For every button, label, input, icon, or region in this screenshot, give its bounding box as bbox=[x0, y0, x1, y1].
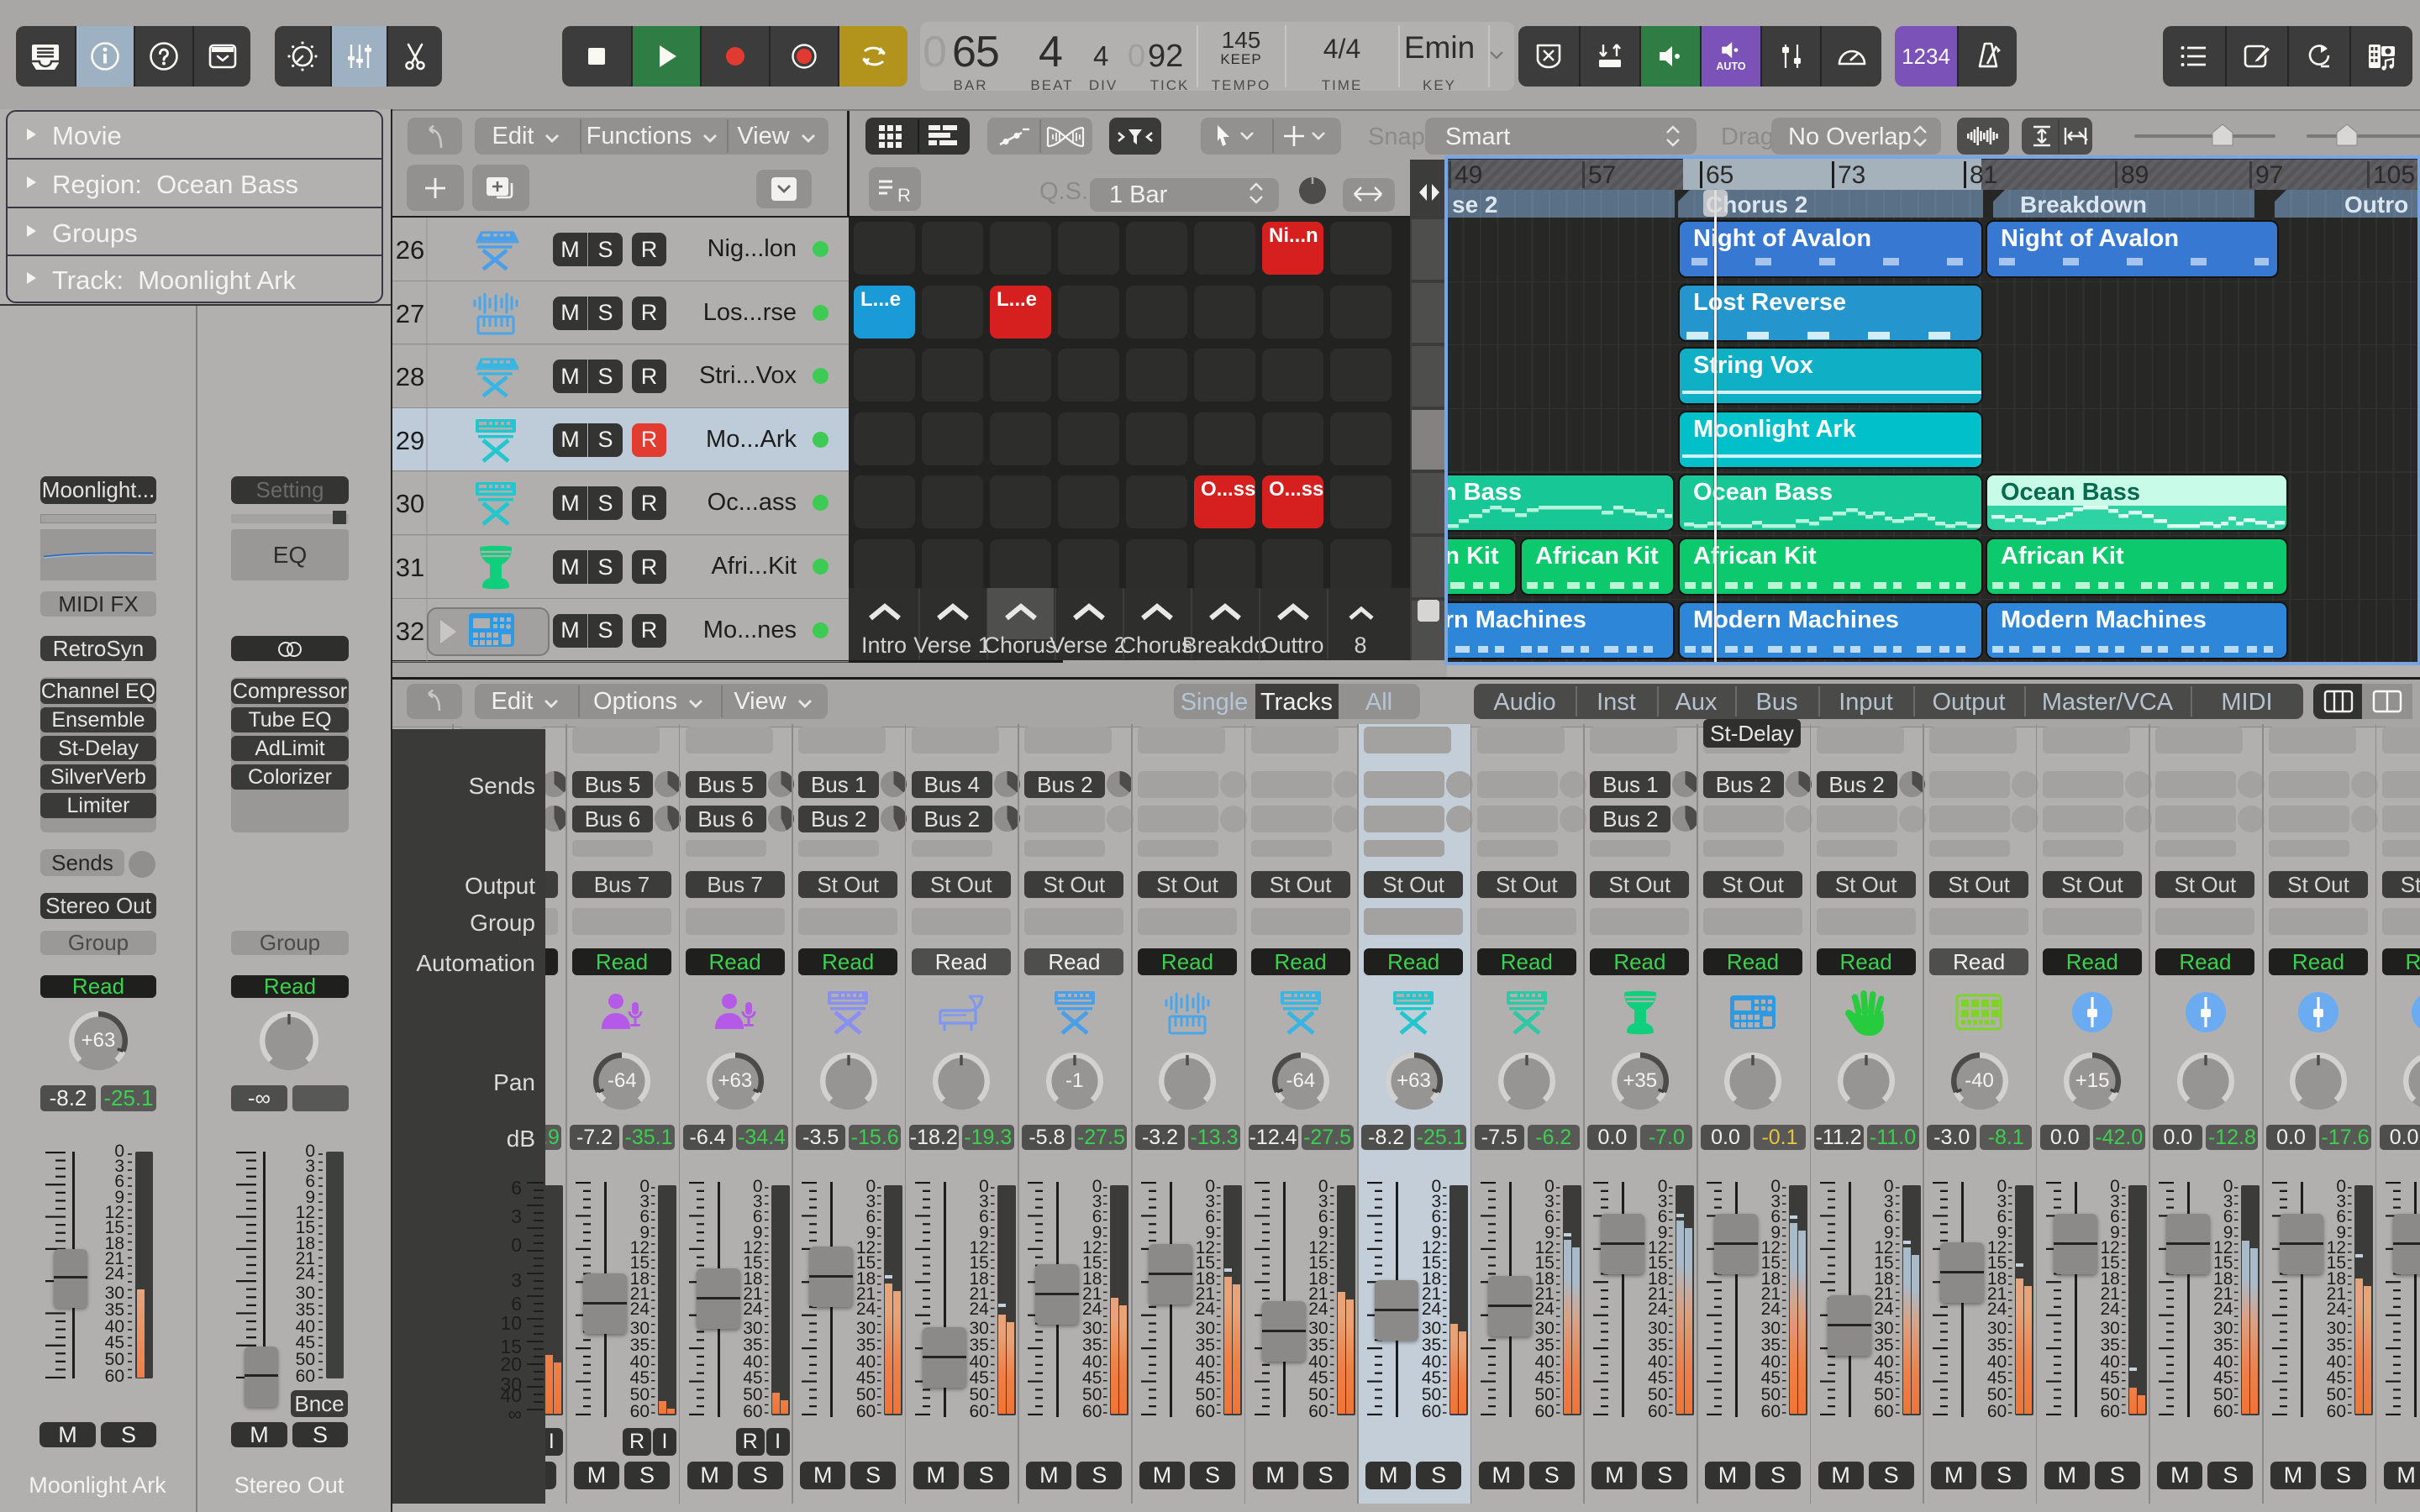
svg-text:R: R bbox=[897, 185, 911, 205]
svg-text:AUTO: AUTO bbox=[1716, 60, 1745, 72]
